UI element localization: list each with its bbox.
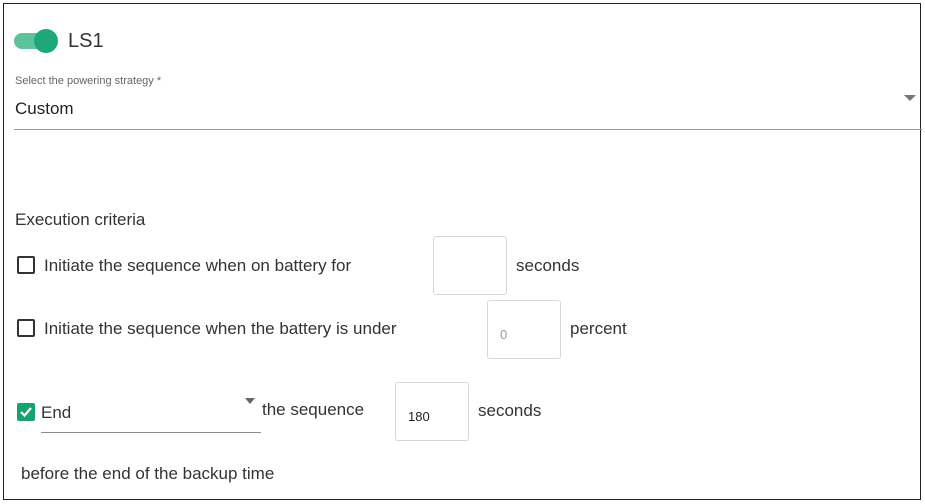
end-sequence-unit: seconds xyxy=(478,401,542,420)
battery-time-checkbox[interactable] xyxy=(17,256,35,274)
toggle-label: LS1 xyxy=(68,30,104,52)
battery-level-input[interactable]: 0 xyxy=(487,300,561,359)
end-sequence-input[interactable]: 180 xyxy=(395,382,469,441)
chevron-down-icon[interactable] xyxy=(245,398,255,404)
battery-time-unit: seconds xyxy=(516,256,580,275)
battery-level-placeholder: 0 xyxy=(500,327,508,342)
end-select-underline xyxy=(41,432,261,433)
battery-time-input[interactable] xyxy=(433,236,507,295)
check-icon xyxy=(20,407,32,418)
toggle-knob xyxy=(34,29,58,53)
strategy-select-underline xyxy=(14,129,922,130)
execution-criteria-title: Execution criteria xyxy=(15,210,146,229)
strategy-select[interactable]: Custom xyxy=(15,99,74,119)
end-sequence-checkbox[interactable] xyxy=(17,403,35,421)
battery-time-label: Initiate the sequence when on battery fo… xyxy=(44,256,352,275)
ls1-toggle[interactable] xyxy=(14,29,58,53)
battery-level-checkbox[interactable] xyxy=(17,319,35,337)
battery-level-label: Initiate the sequence when the battery i… xyxy=(44,319,397,338)
strategy-caption: Select the powering strategy * xyxy=(15,75,162,87)
backup-time-note: before the end of the backup time xyxy=(21,464,275,483)
end-sequence-select[interactable]: End xyxy=(41,403,71,423)
chevron-down-icon[interactable] xyxy=(904,95,916,101)
end-sequence-label: the sequence xyxy=(262,400,365,419)
end-sequence-value: 180 xyxy=(408,409,430,424)
battery-level-unit: percent xyxy=(570,319,627,338)
